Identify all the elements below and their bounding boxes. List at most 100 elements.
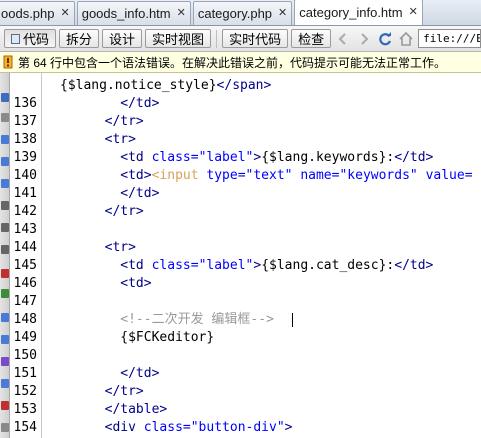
code-token: "button-div" <box>190 420 285 435</box>
line-number: 151 <box>13 366 37 381</box>
line-number: 149 <box>13 330 37 345</box>
code-token: > <box>253 150 262 165</box>
line-numbers-icon[interactable] <box>1 245 9 254</box>
select-parent-tag-icon[interactable] <box>1 201 9 210</box>
code-line: <td class="label">{$lang.keywords}:</td> <box>42 149 433 167</box>
code-view-button[interactable]: 代码 <box>4 29 57 48</box>
code-line: <tr> <box>42 131 136 149</box>
code-token: class= <box>143 420 191 435</box>
live-view-button[interactable]: 实时视图 <box>145 29 212 48</box>
live-code-button[interactable]: 实时代码 <box>222 29 289 48</box>
home-icon[interactable] <box>397 30 415 48</box>
code-line: </td> <box>42 365 159 383</box>
code-token: > <box>253 258 262 273</box>
code-token: <input <box>151 168 207 183</box>
code-token: </td> <box>120 96 160 111</box>
code-icon <box>11 33 20 44</box>
line-number: 153 <box>13 402 37 417</box>
arrow-left-icon[interactable] <box>334 30 352 48</box>
split-view-button[interactable]: 拆分 <box>59 29 100 48</box>
design-view-button[interactable]: 设计 <box>102 29 143 48</box>
tab-category-php[interactable]: category.php ✕ <box>192 1 293 25</box>
coding-toolbar <box>0 73 10 438</box>
code-token: class= <box>151 258 199 273</box>
remove-comment-icon[interactable] <box>1 335 9 344</box>
open-documents-icon[interactable] <box>1 93 9 102</box>
balance-braces-icon[interactable] <box>1 223 9 232</box>
line-number: 148 <box>13 312 37 327</box>
code-line <box>42 221 73 239</box>
close-tab-icon[interactable]: ✕ <box>177 8 186 19</box>
close-tab-icon[interactable]: ✕ <box>409 7 418 18</box>
code-token: name= <box>300 168 340 183</box>
apply-comment-icon[interactable] <box>1 313 9 322</box>
code-token: </td> <box>120 186 160 201</box>
line-number: 143 <box>13 222 37 237</box>
code-token: <tr> <box>104 132 136 147</box>
code-line: {$FCKeditor} <box>42 329 214 347</box>
code-token: "text" <box>245 168 301 183</box>
tab-goods-info-htm[interactable]: goods_info.htm ✕ <box>76 1 191 25</box>
text-cursor <box>291 312 293 327</box>
collapse-selection-icon[interactable] <box>1 157 9 166</box>
code-line: </td> <box>42 95 159 113</box>
arrow-right-icon[interactable] <box>355 30 373 48</box>
code-editor[interactable]: {$lang.notice_style}</span> </td> </tr> … <box>42 73 481 438</box>
document-toolbar: 代码 拆分 设计 实时视图 实时代码 检查 file:///E:/ <box>0 26 481 52</box>
code-line: {$lang.notice_style}</span> <box>60 77 271 95</box>
close-tab-icon[interactable]: ✕ <box>61 8 70 19</box>
highlight-invalid-icon[interactable] <box>1 269 9 278</box>
code-token: > <box>284 420 293 435</box>
syntax-error-alert-icon[interactable] <box>1 289 9 298</box>
line-number: 136 <box>13 96 37 111</box>
tab-category-info-htm[interactable]: category_info.htm ✕ <box>294 0 423 25</box>
code-token: <tr> <box>104 240 136 255</box>
recent-snippets-icon[interactable] <box>1 379 9 388</box>
line-number: 146 <box>13 276 37 291</box>
code-token: {$lang.cat_desc}: <box>261 258 395 273</box>
tab-goods-php[interactable]: oods.php ✕ <box>0 1 75 25</box>
code-token: "keywords" <box>339 168 426 183</box>
tab-label: category_info.htm <box>299 5 403 20</box>
address-field[interactable]: file:///E:/ <box>418 29 481 48</box>
code-token: value= <box>425 168 473 183</box>
expand-all-icon[interactable] <box>1 179 9 188</box>
code-view-label: 代码 <box>23 32 50 47</box>
code-line: </tr> <box>42 383 144 401</box>
inspect-label: 检查 <box>298 32 325 47</box>
show-code-navigator-icon[interactable] <box>1 113 9 122</box>
indent-code-icon[interactable] <box>1 423 9 432</box>
code-token: <td> <box>120 276 152 291</box>
tab-label: category.php <box>197 6 273 21</box>
line-number: 138 <box>13 132 37 147</box>
close-tab-icon[interactable]: ✕ <box>278 8 287 19</box>
move-css-icon[interactable] <box>1 401 9 410</box>
refresh-icon[interactable] <box>376 30 394 48</box>
code-token: <!--二次开发 编辑框--> <box>120 312 274 327</box>
line-number: 137 <box>13 114 37 129</box>
document-tab-bar: oods.php ✕ goods_info.htm ✕ category.php… <box>0 0 481 26</box>
line-number: 152 <box>13 384 37 399</box>
code-line: <div class="button-div"> <box>42 419 293 437</box>
code-line: <!--二次开发 编辑框--> <box>42 311 293 329</box>
collapse-tag-icon[interactable] <box>1 135 9 144</box>
toolbar-separator <box>216 29 218 48</box>
code-token: </td> <box>394 150 434 165</box>
tab-label: oods.php <box>1 6 55 21</box>
wrap-tag-icon[interactable] <box>1 357 9 366</box>
live-code-label: 实时代码 <box>229 32 282 47</box>
inspect-button[interactable]: 检查 <box>291 29 332 48</box>
line-number: 144 <box>13 240 37 255</box>
code-token: {$lang.keywords}: <box>261 150 395 165</box>
